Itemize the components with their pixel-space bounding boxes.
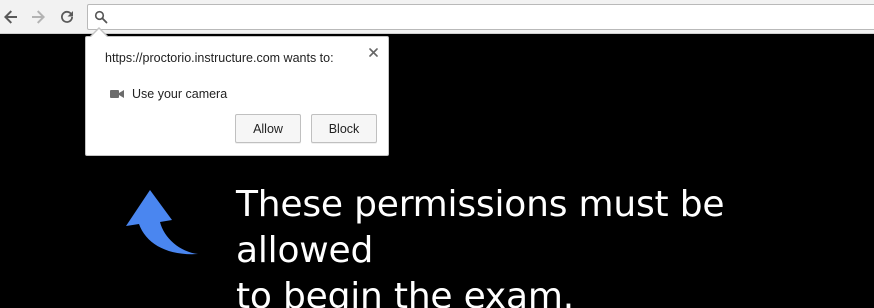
forward-button[interactable] bbox=[27, 6, 49, 28]
permission-prompt-title: https://proctorio.instructure.com wants … bbox=[105, 51, 334, 65]
reload-button[interactable] bbox=[56, 6, 78, 28]
permission-label: Use your camera bbox=[132, 87, 228, 101]
address-bar[interactable] bbox=[87, 4, 874, 30]
browser-toolbar bbox=[0, 0, 874, 34]
permission-item-camera: Use your camera bbox=[110, 87, 227, 101]
search-icon bbox=[90, 6, 112, 28]
page: https://proctorio.instructure.com wants … bbox=[0, 0, 874, 308]
allow-button[interactable]: Allow bbox=[235, 114, 301, 143]
reload-icon bbox=[61, 10, 73, 23]
video-camera-icon bbox=[110, 88, 124, 100]
arrow-right-icon bbox=[32, 10, 45, 24]
instruction-line-1: These permissions must be allowed bbox=[236, 184, 725, 271]
close-button[interactable] bbox=[366, 45, 380, 59]
instruction-message: These permissions must be allowed to beg… bbox=[236, 182, 866, 308]
block-button[interactable]: Block bbox=[311, 114, 377, 143]
arrow-left-icon bbox=[4, 10, 17, 24]
close-icon bbox=[368, 47, 378, 57]
address-input[interactable] bbox=[112, 7, 874, 27]
instruction-line-2: to begin the exam. bbox=[236, 276, 575, 308]
curved-arrow-up-left-icon bbox=[122, 186, 202, 260]
back-button[interactable] bbox=[0, 6, 22, 28]
permission-prompt: https://proctorio.instructure.com wants … bbox=[85, 27, 389, 156]
